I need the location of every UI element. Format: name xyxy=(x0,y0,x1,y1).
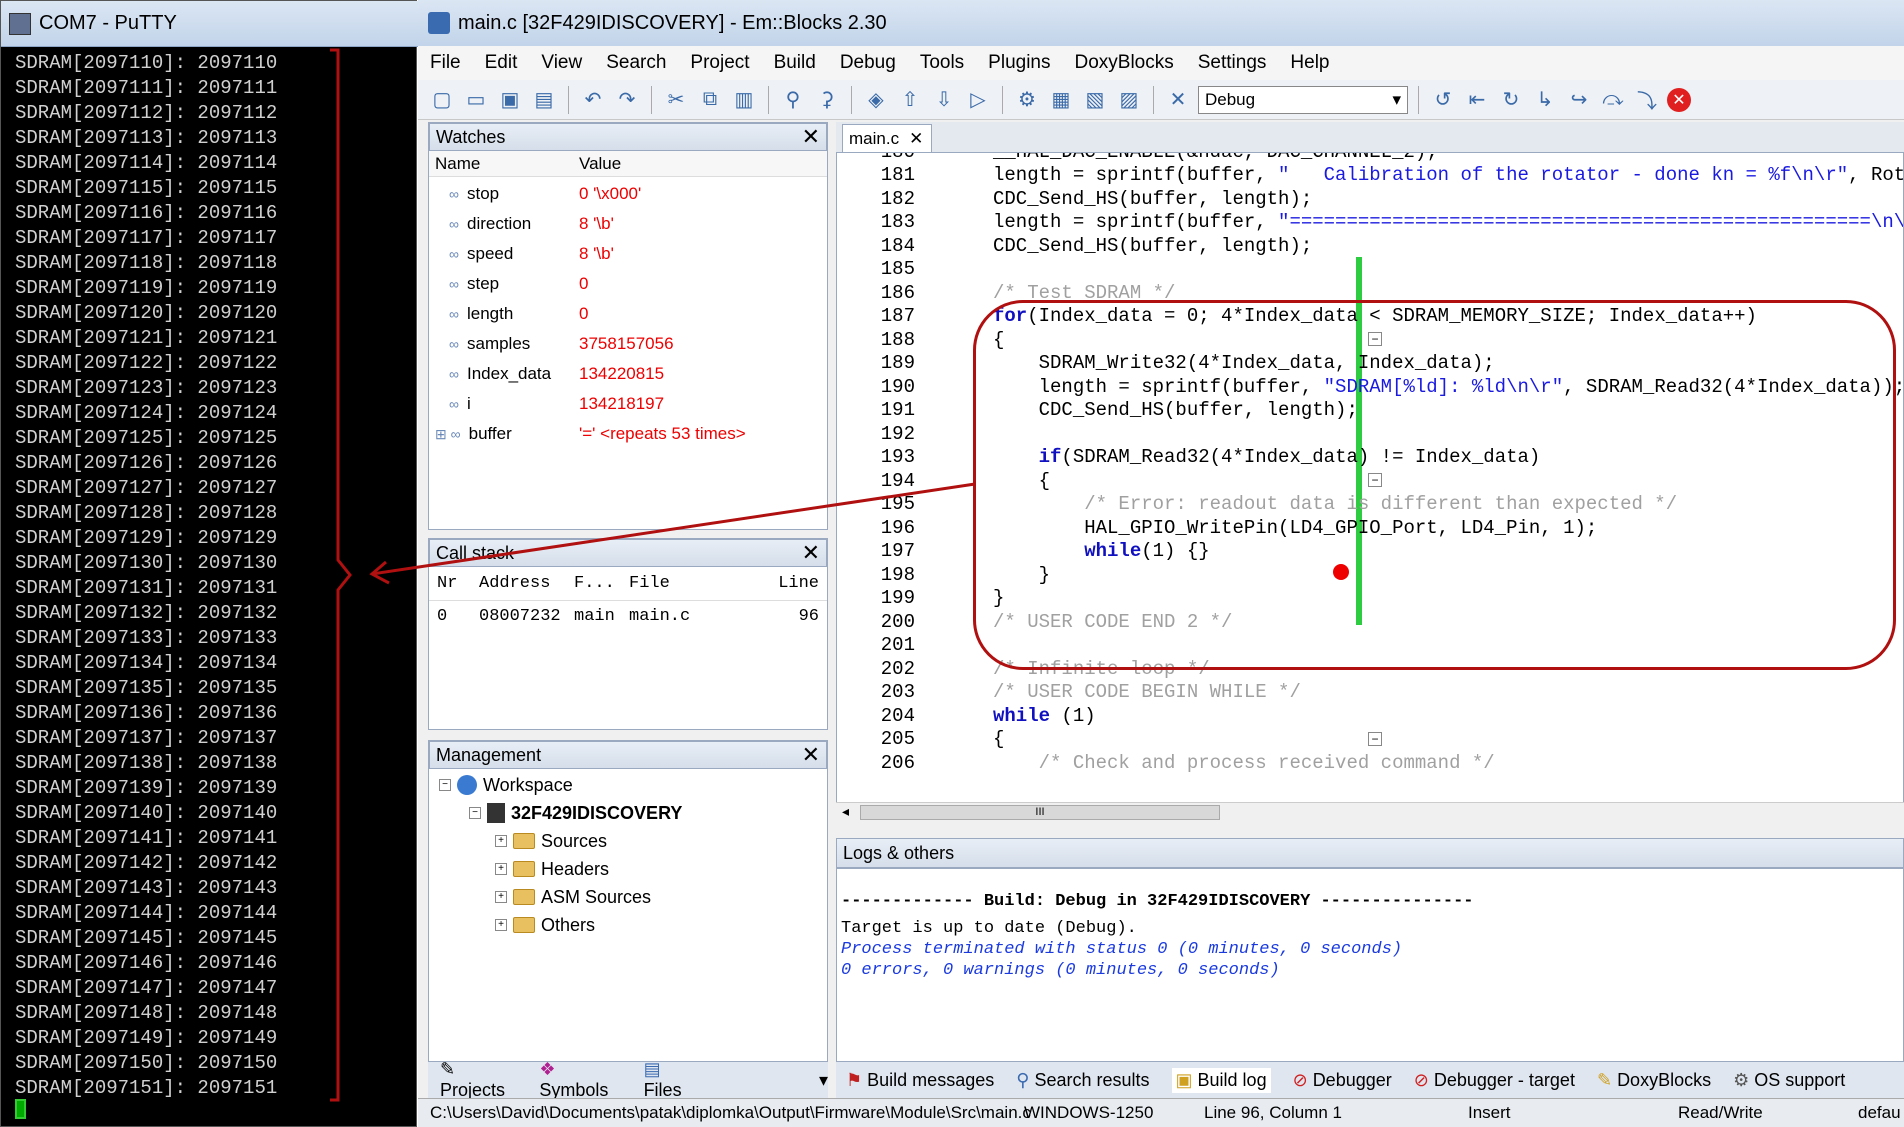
annotation-arrow-line xyxy=(371,482,976,576)
annotation-bracket xyxy=(330,48,352,1102)
annotation-overlay xyxy=(330,48,976,1102)
